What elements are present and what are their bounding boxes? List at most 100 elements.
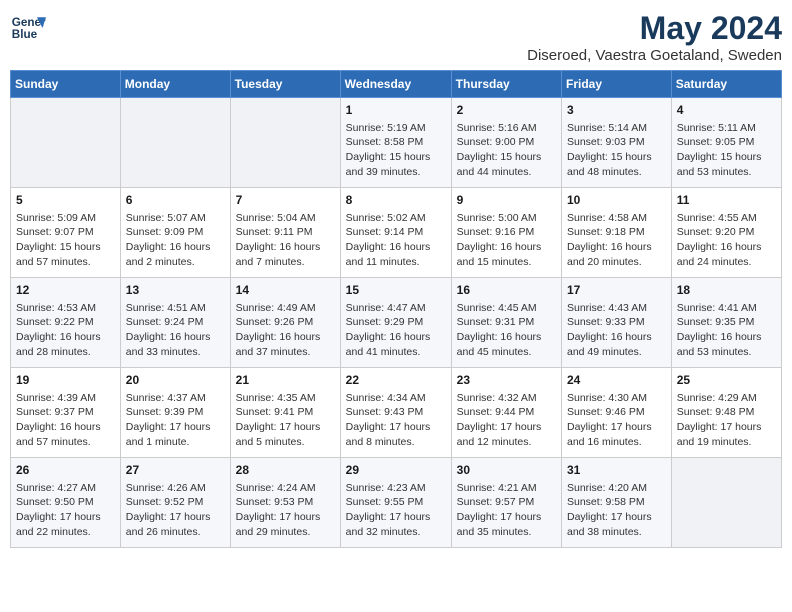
day-number: 15 <box>346 282 446 299</box>
day-number: 30 <box>457 462 556 479</box>
cell-content: Sunrise: 4:45 AM <box>457 301 556 316</box>
cell-content: Sunset: 9:07 PM <box>16 225 115 240</box>
cell-content: Daylight: 17 hours and 38 minutes. <box>567 510 666 539</box>
main-title: May 2024 <box>527 10 782 47</box>
calendar-cell: 21Sunrise: 4:35 AMSunset: 9:41 PMDayligh… <box>230 368 340 458</box>
day-of-week-saturday: Saturday <box>671 71 781 98</box>
cell-content: Daylight: 17 hours and 26 minutes. <box>126 510 225 539</box>
day-number: 1 <box>346 102 446 119</box>
cell-content: Daylight: 17 hours and 8 minutes. <box>346 420 446 449</box>
day-number: 2 <box>457 102 556 119</box>
calendar-cell: 1Sunrise: 5:19 AMSunset: 8:58 PMDaylight… <box>340 98 451 188</box>
cell-content: Sunrise: 4:39 AM <box>16 391 115 406</box>
cell-content: Daylight: 16 hours and 11 minutes. <box>346 240 446 269</box>
cell-content: Sunrise: 5:14 AM <box>567 121 666 136</box>
cell-content: Sunrise: 5:16 AM <box>457 121 556 136</box>
day-number: 16 <box>457 282 556 299</box>
week-row-1: 1Sunrise: 5:19 AMSunset: 8:58 PMDaylight… <box>11 98 782 188</box>
cell-content: Daylight: 17 hours and 16 minutes. <box>567 420 666 449</box>
logo-icon: General Blue <box>10 10 46 46</box>
calendar-cell: 5Sunrise: 5:09 AMSunset: 9:07 PMDaylight… <box>11 188 121 278</box>
cell-content: Sunrise: 4:35 AM <box>236 391 335 406</box>
calendar-cell: 23Sunrise: 4:32 AMSunset: 9:44 PMDayligh… <box>451 368 561 458</box>
cell-content: Daylight: 16 hours and 57 minutes. <box>16 420 115 449</box>
cell-content: Sunrise: 4:47 AM <box>346 301 446 316</box>
calendar-cell: 30Sunrise: 4:21 AMSunset: 9:57 PMDayligh… <box>451 458 561 548</box>
cell-content: Daylight: 16 hours and 33 minutes. <box>126 330 225 359</box>
cell-content: Sunrise: 4:23 AM <box>346 481 446 496</box>
cell-content: Sunrise: 4:34 AM <box>346 391 446 406</box>
calendar-cell: 4Sunrise: 5:11 AMSunset: 9:05 PMDaylight… <box>671 98 781 188</box>
day-number: 17 <box>567 282 666 299</box>
cell-content: Sunrise: 4:58 AM <box>567 211 666 226</box>
cell-content: Sunset: 9:05 PM <box>677 135 776 150</box>
day-number: 13 <box>126 282 225 299</box>
cell-content: Sunrise: 5:11 AM <box>677 121 776 136</box>
cell-content: Sunrise: 4:20 AM <box>567 481 666 496</box>
day-number: 6 <box>126 192 225 209</box>
calendar-cell: 29Sunrise: 4:23 AMSunset: 9:55 PMDayligh… <box>340 458 451 548</box>
day-number: 21 <box>236 372 335 389</box>
cell-content: Daylight: 15 hours and 48 minutes. <box>567 150 666 179</box>
cell-content: Daylight: 17 hours and 35 minutes. <box>457 510 556 539</box>
calendar-cell: 15 Sunrise: 4:47 AMSunset: 9:29 PMDayligh… <box>340 278 451 368</box>
cell-content: Sunrise: 5:00 AM <box>457 211 556 226</box>
day-number: 12 <box>16 282 115 299</box>
day-number: 29 <box>346 462 446 479</box>
day-number: 11 <box>677 192 776 209</box>
week-row-2: 5Sunrise: 5:09 AMSunset: 9:07 PMDaylight… <box>11 188 782 278</box>
calendar-cell: 17Sunrise: 4:43 AMSunset: 9:33 PMDayligh… <box>562 278 672 368</box>
cell-content: Sunset: 9:43 PM <box>346 405 446 420</box>
cell-content: Sunset: 9:11 PM <box>236 225 335 240</box>
cell-content: Sunset: 9:09 PM <box>126 225 225 240</box>
cell-content: Sunset: 9:31 PM <box>457 315 556 330</box>
calendar-cell: 31 Sunrise: 4:20 AMSunset: 9:58 PMDayligh… <box>562 458 672 548</box>
day-number: 7 <box>236 192 335 209</box>
calendar-header: SundayMondayTuesdayWednesdayThursdayFrid… <box>11 71 782 98</box>
subtitle: Diseroed, Vaestra Goetaland, Sweden <box>527 47 782 64</box>
cell-content: Sunrise: 4:30 AM <box>567 391 666 406</box>
day-of-week-wednesday: Wednesday <box>340 71 451 98</box>
calendar-cell: 20Sunrise: 4:37 AMSunset: 9:39 PMDayligh… <box>120 368 230 458</box>
calendar-body: 1Sunrise: 5:19 AMSunset: 8:58 PMDaylight… <box>11 98 782 548</box>
calendar-cell <box>11 98 121 188</box>
cell-content: Daylight: 16 hours and 41 minutes. <box>346 330 446 359</box>
day-number: 27 <box>126 462 225 479</box>
cell-content: Sunset: 9:58 PM <box>567 495 666 510</box>
day-of-week-thursday: Thursday <box>451 71 561 98</box>
day-number: 31 <box>567 462 666 479</box>
cell-content: Sunset: 9:22 PM <box>16 315 115 330</box>
cell-content: Sunrise: 5:04 AM <box>236 211 335 226</box>
calendar-cell: 16Sunrise: 4:45 AMSunset: 9:31 PMDayligh… <box>451 278 561 368</box>
cell-content: Sunset: 9:48 PM <box>677 405 776 420</box>
day-number: 5 <box>16 192 115 209</box>
calendar-cell: 3Sunrise: 5:14 AMSunset: 9:03 PMDaylight… <box>562 98 672 188</box>
calendar-cell: 12Sunrise: 4:53 AMSunset: 9:22 PMDayligh… <box>11 278 121 368</box>
calendar-cell: 27Sunrise: 4:26 AMSunset: 9:52 PMDayligh… <box>120 458 230 548</box>
cell-content: Sunset: 9:00 PM <box>457 135 556 150</box>
cell-content: Sunrise: 4:55 AM <box>677 211 776 226</box>
day-of-week-sunday: Sunday <box>11 71 121 98</box>
cell-content: Sunset: 9:20 PM <box>677 225 776 240</box>
page-header: General Blue General Blue May 2024 Diser… <box>10 10 782 64</box>
calendar-cell <box>230 98 340 188</box>
cell-content: Sunset: 9:18 PM <box>567 225 666 240</box>
cell-content: Daylight: 17 hours and 32 minutes. <box>346 510 446 539</box>
cell-content: Sunset: 9:41 PM <box>236 405 335 420</box>
calendar-cell: 9Sunrise: 5:00 AMSunset: 9:16 PMDaylight… <box>451 188 561 278</box>
day-number: 26 <box>16 462 115 479</box>
cell-content: Sunset: 9:14 PM <box>346 225 446 240</box>
day-of-week-tuesday: Tuesday <box>230 71 340 98</box>
cell-content: Sunset: 9:57 PM <box>457 495 556 510</box>
cell-content: Daylight: 16 hours and 24 minutes. <box>677 240 776 269</box>
cell-content: Sunset: 9:29 PM <box>346 315 446 330</box>
cell-content: Sunrise: 4:49 AM <box>236 301 335 316</box>
calendar-cell: 26Sunrise: 4:27 AMSunset: 9:50 PMDayligh… <box>11 458 121 548</box>
calendar-cell: 18Sunrise: 4:41 AMSunset: 9:35 PMDayligh… <box>671 278 781 368</box>
calendar-cell: 14Sunrise: 4:49 AMSunset: 9:26 PMDayligh… <box>230 278 340 368</box>
day-number: 9 <box>457 192 556 209</box>
cell-content: Daylight: 17 hours and 12 minutes. <box>457 420 556 449</box>
cell-content: Sunrise: 4:41 AM <box>677 301 776 316</box>
cell-content: Sunset: 9:46 PM <box>567 405 666 420</box>
calendar-cell: 24Sunrise: 4:30 AMSunset: 9:46 PMDayligh… <box>562 368 672 458</box>
